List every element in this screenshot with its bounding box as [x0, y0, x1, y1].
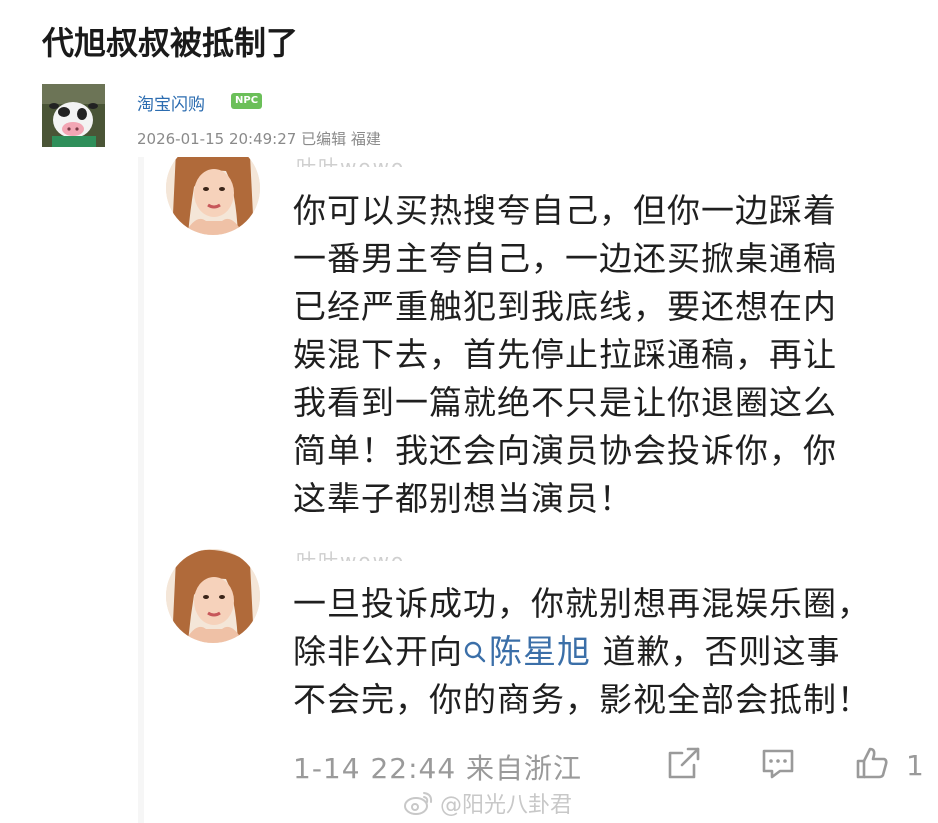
comment-icon	[762, 749, 794, 779]
cropped-username: 叶叶wowo	[296, 157, 436, 167]
like-count: 1	[906, 749, 924, 782]
comment-text-2: 一旦投诉成功，你就别想再混娱乐圈， 除非公开向 陈星旭 道歉，否则这事 不会完，你…	[293, 580, 923, 724]
comment-1-line: 简单！我还会向演员协会投诉你，你	[293, 431, 837, 470]
comment-time-location: 1-14 22:44 来自浙江	[293, 752, 583, 785]
comment-1-line: 一番男主夸自己，一边还买掀桌通稿	[293, 239, 837, 278]
mention-link[interactable]: 陈星旭	[463, 632, 591, 671]
search-icon	[464, 641, 486, 662]
author-avatar[interactable]	[42, 84, 105, 147]
post-meta: 2026-01-15 20:49:27 已编辑 福建	[137, 130, 381, 148]
comment-2-after: 道歉，否则这事	[591, 632, 841, 671]
comment-2-before: 除非公开向	[293, 632, 463, 671]
woman-portrait-avatar	[166, 157, 260, 235]
cow-mascot-avatar	[42, 84, 105, 147]
cropped-username: 叶叶wowo	[296, 549, 406, 561]
watermark: @阳光八卦君	[404, 787, 572, 819]
comment-1-line: 已经严重触犯到我底线，要还想在内	[293, 287, 837, 326]
commenter-avatar[interactable]	[166, 157, 260, 235]
comment-button[interactable]	[760, 745, 796, 781]
post-title: 代旭叔叔被抵制了	[42, 24, 299, 62]
embedded-comment-screenshot: 叶叶wowo 你可以买热搜夸自己，但你一边踩着 一番男主夸自己，一边还买掀桌通稿…	[138, 157, 938, 823]
like-button[interactable]	[854, 745, 890, 781]
screenshot-edge	[138, 157, 144, 823]
author-name[interactable]: 淘宝闪购	[137, 90, 205, 115]
like-icon	[856, 747, 888, 779]
comment-2-line: 除非公开向 陈星旭 道歉，否则这事	[293, 628, 923, 676]
npc-badge: NPC	[231, 93, 263, 109]
comment-1-line: 你可以买热搜夸自己，但你一边踩着	[293, 191, 837, 230]
comment-1-line: 娱混下去，首先停止拉踩通稿，再让	[293, 335, 837, 374]
mention-name: 陈星旭	[489, 632, 591, 671]
comment-1-line: 我看到一篇就绝不只是让你退圈这么	[293, 383, 837, 422]
comment-2-line: 不会完，你的商务，影视全部会抵制！	[293, 680, 871, 719]
comment-2-line: 一旦投诉成功，你就别想再混娱乐圈，	[293, 584, 871, 623]
comment-text-1: 你可以买热搜夸自己，但你一边踩着 一番男主夸自己，一边还买掀桌通稿 已经严重触犯…	[293, 187, 923, 523]
weibo-logo-icon	[404, 792, 433, 815]
woman-portrait-avatar	[166, 549, 260, 643]
share-icon	[668, 747, 700, 779]
comment-1-line: 这辈子都别想当演员！	[293, 479, 633, 518]
commenter-avatar[interactable]	[166, 549, 260, 643]
share-button[interactable]	[666, 745, 702, 781]
watermark-text: @阳光八卦君	[440, 793, 573, 818]
